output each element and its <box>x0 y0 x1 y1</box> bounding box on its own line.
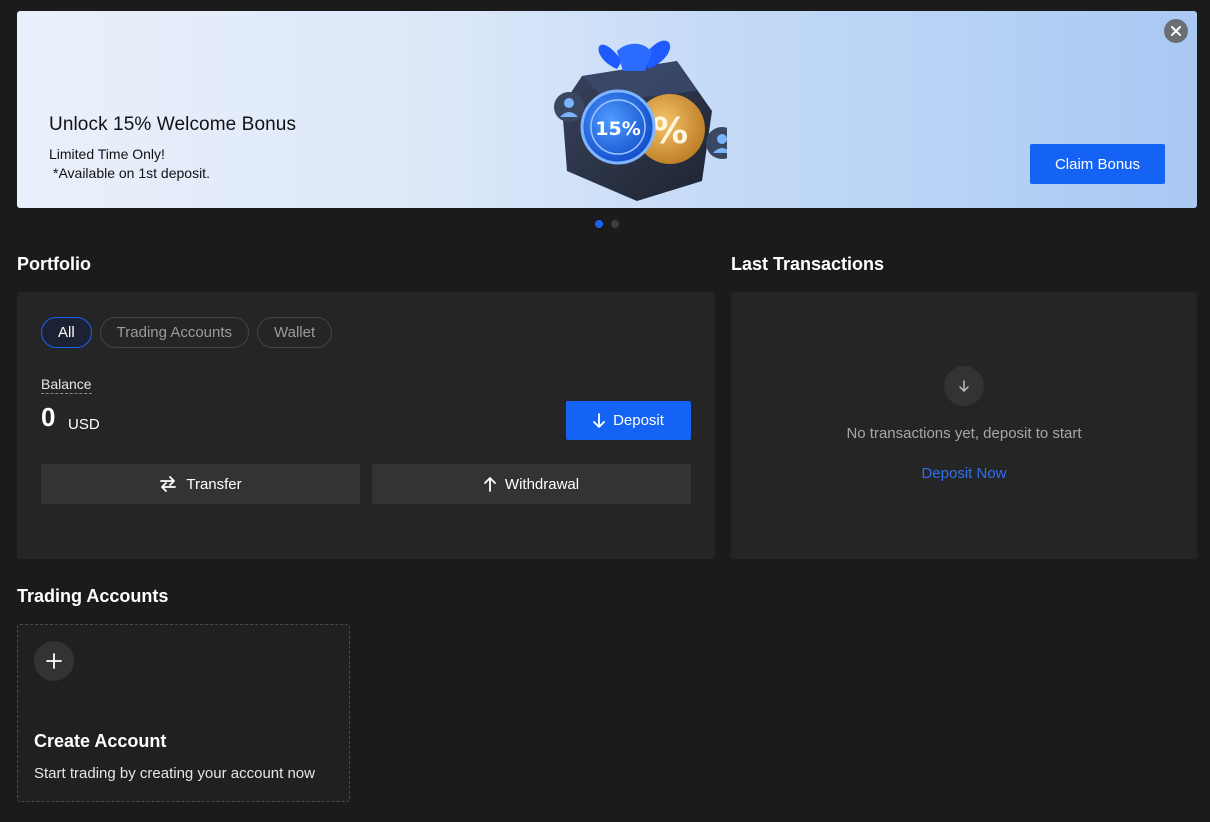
transfer-arrows-icon <box>160 476 177 492</box>
portfolio-title: Portfolio <box>17 254 91 274</box>
banner-title: Unlock 15% Welcome Bonus <box>49 114 297 135</box>
banner-close-button[interactable] <box>1164 19 1188 43</box>
balance-currency: USD <box>68 416 100 433</box>
empty-state-icon-wrapper <box>944 366 984 406</box>
withdrawal-button-label: Withdrawal <box>504 475 580 493</box>
deposit-button[interactable]: Deposit <box>566 401 691 440</box>
create-account-title: Create Account <box>34 731 167 751</box>
empty-transactions-text: No transactions yet, deposit to start <box>846 425 1082 442</box>
deposit-button-label: Deposit <box>613 412 664 429</box>
banner-note: *Available on 1st deposit. <box>53 165 210 181</box>
withdrawal-button[interactable]: Withdrawal <box>372 464 691 504</box>
transfer-button-label: Transfer <box>186 475 242 493</box>
portfolio-filter-tabs: All Trading Accounts Wallet <box>41 317 333 348</box>
banner-subtitle: Limited Time Only! <box>49 146 165 162</box>
coin-percent-text: % <box>652 111 688 152</box>
arrow-up-icon <box>484 477 496 492</box>
portfolio-card: All Trading Accounts Wallet Balance 0 US… <box>17 292 715 559</box>
transfer-button[interactable]: Transfer <box>41 464 360 504</box>
deposit-now-link[interactable]: Deposit Now <box>731 465 1197 482</box>
add-account-button[interactable] <box>34 641 74 681</box>
promo-banner: Unlock 15% Welcome Bonus Limited Time On… <box>17 11 1197 208</box>
gift-box-illustration: % 15% <box>554 40 727 201</box>
carousel-dot-1[interactable] <box>595 220 603 228</box>
close-icon <box>1171 26 1181 36</box>
balance-value: 0 <box>41 402 56 432</box>
arrow-down-icon <box>593 412 605 428</box>
claim-bonus-button[interactable]: Claim Bonus <box>1030 144 1165 184</box>
filter-wallet[interactable]: Wallet <box>257 317 333 348</box>
trading-accounts-title: Trading Accounts <box>17 586 169 606</box>
carousel-indicator <box>595 220 619 228</box>
create-account-card[interactable]: Create Account Start trading by creating… <box>17 624 350 802</box>
last-transactions-title: Last Transactions <box>731 254 885 274</box>
plus-icon <box>46 653 62 669</box>
balance-label: Balance <box>41 376 92 394</box>
filter-all[interactable]: All <box>41 317 92 348</box>
carousel-dot-2[interactable] <box>611 220 619 228</box>
filter-trading-accounts[interactable]: Trading Accounts <box>99 317 250 348</box>
create-account-subtitle: Start trading by creating your account n… <box>34 765 315 782</box>
last-transactions-card: No transactions yet, deposit to start De… <box>731 292 1197 559</box>
coin-15-text: 15% <box>595 118 640 140</box>
arrow-down-icon <box>959 379 969 392</box>
